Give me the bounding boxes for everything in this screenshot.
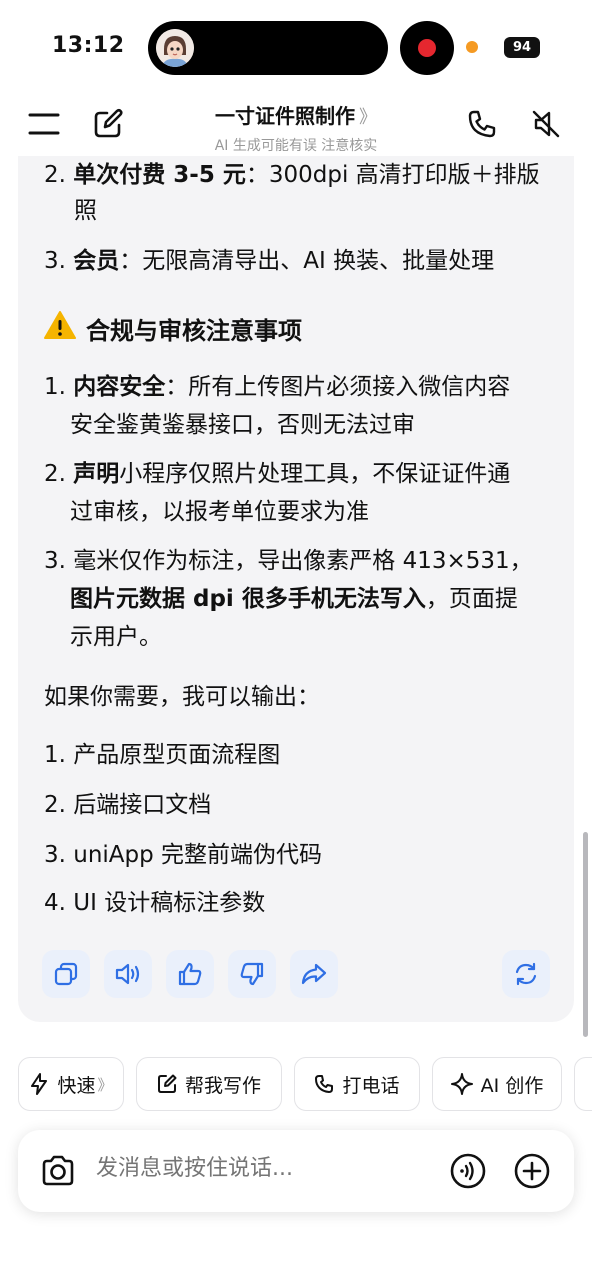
mute-speaker-icon[interactable]	[526, 104, 566, 144]
offer-text: 如果你需要，我可以输出：	[44, 684, 320, 710]
list-item-continuation: 示用户。	[70, 624, 162, 650]
chip-quick[interactable]: 快速》	[18, 1057, 124, 1111]
list-item-continuation: 安全鉴黄鉴暴接口，否则无法过审	[70, 412, 415, 438]
home-area	[0, 1252, 592, 1280]
warning-icon	[44, 310, 76, 346]
plus-icon[interactable]	[510, 1149, 554, 1193]
page-title: 一寸证件照制作	[215, 104, 355, 128]
recording-indicator	[400, 21, 454, 75]
list-item: 3. uniApp 完整前端伪代码	[44, 842, 323, 868]
battery-indicator: 94	[504, 37, 540, 58]
camera-icon[interactable]	[36, 1149, 80, 1193]
nav-title-block[interactable]: 一寸证件照制作》 AI 生成可能有误 注意核实	[0, 100, 592, 155]
assistant-message-card: 2. 单次付费 3-5 元：300dpi 高清打印版＋排版 照 3. 会员：无限…	[18, 156, 574, 1022]
thumbs-down-icon[interactable]	[228, 950, 276, 998]
section-heading: 合规与审核注意事项	[44, 310, 302, 346]
chip-help-write[interactable]: 帮我写作	[136, 1057, 282, 1111]
list-item: 2. 后端接口文档	[44, 792, 212, 818]
chip-ai-create[interactable]: AI 创作	[432, 1057, 562, 1111]
list-item-continuation: 过审核，以报考单位要求为准	[70, 499, 369, 525]
voice-input-icon[interactable]	[446, 1149, 490, 1193]
message-actions	[42, 950, 550, 1000]
chip-more[interactable]	[574, 1057, 592, 1111]
top-nav: 一寸证件照制作》 AI 生成可能有误 注意核实	[0, 96, 592, 156]
sparkle-icon	[450, 1073, 473, 1095]
mic-in-use-dot	[466, 41, 478, 53]
list-item: 1. 内容安全：所有上传图片必须接入微信内容	[44, 374, 511, 400]
phone-icon	[315, 1075, 334, 1093]
speaker-icon[interactable]	[104, 950, 152, 998]
chevron-right-icon: 》	[97, 1075, 113, 1094]
list-item-continuation: 照	[74, 198, 97, 224]
ai-disclaimer: AI 生成可能有误 注意核实	[214, 138, 378, 154]
message-input[interactable]	[96, 1156, 426, 1181]
dynamic-island[interactable]	[148, 21, 388, 75]
edit-icon	[157, 1074, 177, 1093]
share-icon[interactable]	[290, 950, 338, 998]
list-item: 2. 声明小程序仅照片处理工具，不保证证件通	[44, 461, 511, 487]
copy-icon[interactable]	[42, 950, 90, 998]
status-time: 13:12	[52, 33, 125, 58]
chevron-right-icon: 》	[359, 107, 377, 128]
list-item: 3. 毫米仅作为标注，导出像素严格 413×531，	[44, 548, 533, 574]
regenerate-icon[interactable]	[502, 950, 550, 998]
phone-call-icon[interactable]	[462, 104, 502, 144]
lightning-icon	[31, 1073, 48, 1095]
list-item: 4. UI 设计稿标注参数	[44, 890, 266, 916]
chip-call[interactable]: 打电话	[294, 1057, 420, 1111]
thumbs-up-icon[interactable]	[166, 950, 214, 998]
status-bar: 13:12 94	[0, 0, 592, 96]
scrollbar[interactable]	[583, 832, 588, 1037]
list-item: 2. 单次付费 3-5 元：300dpi 高清打印版＋排版	[44, 162, 540, 188]
list-item-continuation: 图片元数据 dpi 很多手机无法写入，页面提	[70, 586, 518, 612]
list-item: 1. 产品原型页面流程图	[44, 742, 281, 768]
message-composer	[18, 1130, 574, 1212]
avatar	[156, 29, 194, 67]
list-item: 3. 会员：无限高清导出、AI 换装、批量处理	[44, 248, 495, 274]
